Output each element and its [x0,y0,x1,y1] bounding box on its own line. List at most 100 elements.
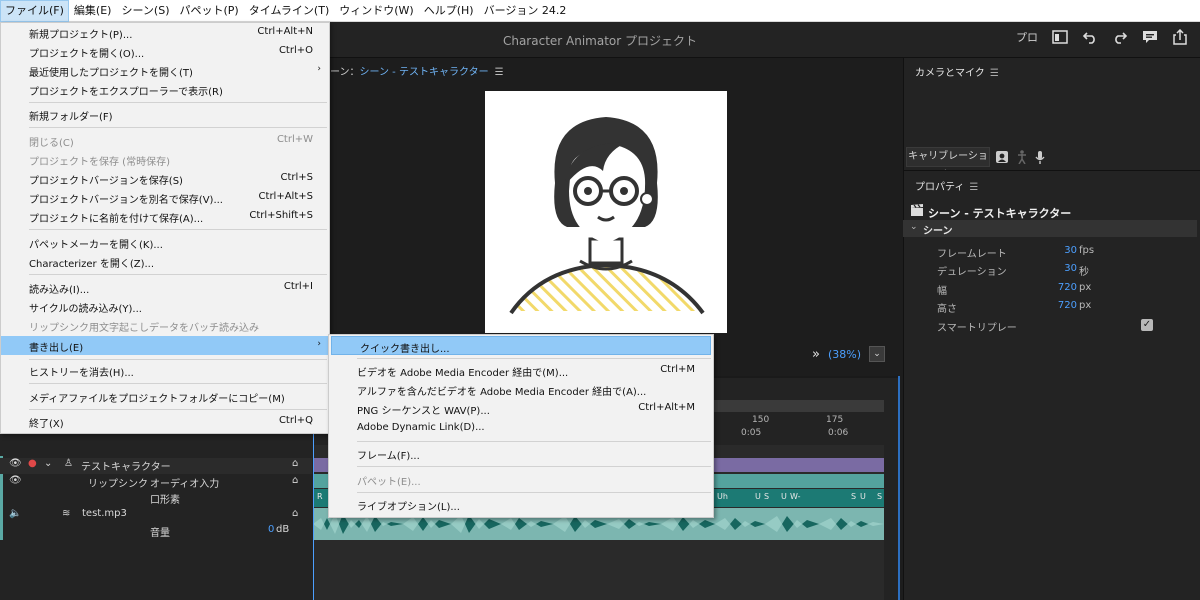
zoom-dropdown-icon[interactable]: ⌄ [869,346,886,362]
layer-row-mouth[interactable]: 口形素 [0,491,312,507]
menu-timeline[interactable]: タイムライン(T) [244,0,335,22]
submenu-item-frame[interactable]: フレーム(F)... [329,444,713,463]
property-value[interactable]: 720 [1058,282,1077,293]
zoom-level[interactable]: (38%) [828,348,861,361]
panel-menu-icon[interactable]: ☰ [969,182,978,193]
chevron-down-icon[interactable]: ⌄ [44,458,52,469]
menu-item-characterizer[interactable]: Characterizer を開く(Z)... [1,252,329,271]
menu-item-label: メディアファイルをプロジェクトフォルダーにコピー(M) [29,394,285,405]
viseme-label[interactable]: R [317,492,323,501]
calibrate-button[interactable]: キャリブレーション [906,147,990,180]
viseme-label[interactable]: U [860,492,866,501]
submenu-item-video-alpha-ame[interactable]: アルファを含んだビデオを Adobe Media Encoder 経由で(A).… [329,380,713,399]
undo-icon[interactable] [1082,30,1098,44]
menu-item-label: 新規フォルダー(F) [29,112,113,123]
menu-item-save-version-as[interactable]: プロジェクトバージョンを別名で保存(V)... Ctrl+Alt+S [1,188,329,207]
menu-item-new-project[interactable]: 新規プロジェクト(P)... Ctrl+Alt+N [1,23,329,42]
panel-menu-icon[interactable]: ☰ [495,67,504,78]
menu-item-label: サイクルの読み込み(Y)... [29,304,142,315]
body-icon[interactable] [1017,150,1027,167]
menu-edit[interactable]: 編集(E) [69,0,117,22]
viseme-label[interactable]: U [781,492,787,501]
scene-stage[interactable] [485,91,727,333]
fast-forward-icon[interactable]: » [812,347,820,362]
submenu-item-dynamic-link[interactable]: Adobe Dynamic Link(D)... [329,419,713,438]
time-tick: 0:06 [828,428,849,438]
scene-section-header[interactable]: ⌄ シーン [903,220,1197,237]
face-icon[interactable] [995,150,1009,167]
menu-window[interactable]: ウィンドウ(W) [334,0,418,22]
menu-item-shortcut: Ctrl+S [280,172,313,183]
menu-separator [29,409,327,410]
viseme-label[interactable]: U [755,492,761,501]
eye-icon[interactable]: 👁 [9,458,22,469]
lock-icon[interactable]: ⌂ [292,458,298,469]
menu-item-save-as[interactable]: プロジェクトに名前を付けて保存(A)... Ctrl+Shift+S [1,207,329,226]
menu-item-puppet-maker[interactable]: パペットメーカーを開く(K)... [1,233,329,252]
layer-row-character[interactable]: 👁 ● ⌄ ♙ テストキャラクター ⌂ [0,458,312,474]
menu-item-clear-history[interactable]: ヒストリーを消去(H)... [1,361,329,380]
property-value[interactable]: 30 [1064,263,1077,274]
menu-item-label: 最近使用したプロジェクトを開く(T) [29,68,193,79]
speaker-icon[interactable]: 🔈 [9,508,21,519]
menu-item-import[interactable]: 読み込み(I)... Ctrl+I [1,278,329,297]
menu-item-copy-media[interactable]: メディアファイルをプロジェクトフォルダーにコピー(M) [1,387,329,406]
menu-item-reveal-explorer[interactable]: プロジェクトをエクスプローラーで表示(R) [1,80,329,99]
microphone-icon[interactable] [1035,150,1045,167]
layer-row-audio[interactable]: 🔈 ≋ test.mp3 ⌂ [0,508,312,524]
property-row-width: 幅 720 px [937,282,1157,298]
viseme-label[interactable]: S [764,492,769,501]
menu-item-label: プロジェクトを開く(O)... [29,49,145,60]
menu-item-import-cycle[interactable]: サイクルの読み込み(Y)... [1,297,329,316]
comment-icon[interactable] [1142,30,1158,45]
menu-item-open-recent[interactable]: 最近使用したプロジェクトを開く(T) › [1,61,329,80]
submenu-item-live-options[interactable]: ライブオプション(L)... [329,495,713,514]
scene-tab-prefix: ーン： [330,67,360,78]
menu-item-export[interactable]: 書き出し(E) › [1,336,329,355]
submenu-item-video-ame[interactable]: ビデオを Adobe Media Encoder 経由で(M)... Ctrl+M [329,361,713,380]
menu-item-new-folder[interactable]: 新規フォルダー(F) [1,105,329,124]
submenu-item-png-wav[interactable]: PNG シーケンスと WAV(P)... Ctrl+Alt+M [329,399,713,418]
layer-row-volume[interactable]: 音量 0 dB [0,524,312,540]
panel-menu-icon[interactable]: ☰ [990,68,999,79]
lock-icon[interactable]: ⌂ [292,508,298,519]
menu-puppet[interactable]: パペット(P) [174,0,243,22]
property-value[interactable]: 720 [1058,300,1077,311]
layer-name: テストキャラクター [81,462,171,473]
lock-icon[interactable]: ⌂ [292,475,298,486]
scene-tab[interactable]: ーン：シーン - テストキャラクター ☰ [330,63,504,78]
submenu-item-quick-export[interactable]: クイック書き出し... [331,336,711,355]
volume-value[interactable]: 0 [268,524,274,535]
eye-icon[interactable]: 👁 [9,475,22,486]
menu-item-shortcut: Ctrl+Q [278,415,313,426]
layer-row-lipsync[interactable]: 👁 リップシンク オーディオ入力 ⌂ [0,475,312,491]
frame-tick: 175 [826,415,844,425]
menu-separator [29,359,327,360]
menu-item-label: クイック書き出し... [360,344,450,355]
property-label: 高さ [937,304,957,315]
property-row-framerate: フレームレート 30 fps [937,245,1157,261]
layer-name: test.mp3 [82,508,127,519]
share-icon[interactable] [1172,29,1188,45]
menu-file[interactable]: ファイル(F) [0,0,69,22]
menu-scene[interactable]: シーン(S) [116,0,174,22]
menu-help[interactable]: ヘルプ(H) [419,0,479,22]
property-value[interactable]: 30 [1064,245,1077,256]
mode-label[interactable]: プロ [1016,29,1038,45]
smart-replay-checkbox[interactable]: ✓ [1141,319,1153,331]
menu-item-exit[interactable]: 終了(X) Ctrl+Q [1,412,329,431]
record-arm-icon[interactable]: ● [28,458,37,469]
viseme-label[interactable]: W- [790,492,800,501]
menu-item-open-project[interactable]: プロジェクトを開く(O)... Ctrl+O [1,42,329,61]
scene-tab-label: シーン - テストキャラクター [359,67,489,78]
viseme-label[interactable]: S [877,492,882,501]
export-submenu: クイック書き出し... ビデオを Adobe Media Encoder 経由で… [328,334,714,518]
chevron-down-icon[interactable]: ⌄ [910,222,918,232]
viseme-label[interactable]: Uh [717,492,728,501]
menu-item-save-version[interactable]: プロジェクトバージョンを保存(S) Ctrl+S [1,169,329,188]
menu-item-shortcut: Ctrl+Alt+M [638,402,695,413]
panel-layout-icon[interactable] [1052,30,1068,44]
chevron-right-icon: › [317,339,321,349]
viseme-label[interactable]: S [851,492,856,501]
redo-icon[interactable] [1112,30,1128,44]
